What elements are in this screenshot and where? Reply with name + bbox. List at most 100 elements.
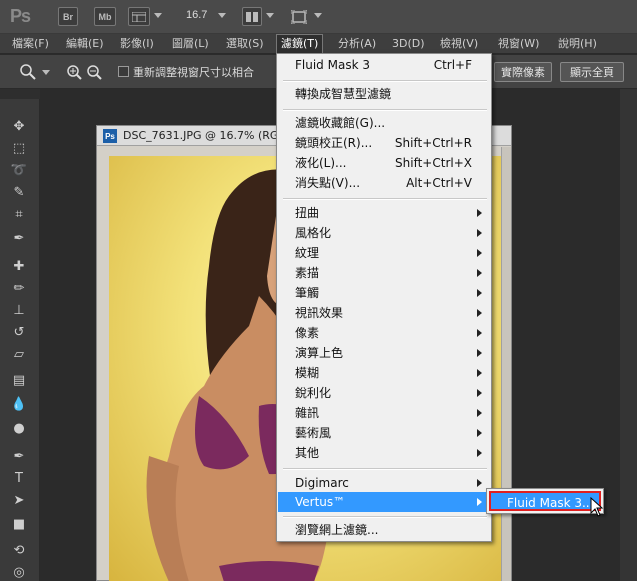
filter-group-brush-strokes[interactable]: 筆觸 [278,283,490,303]
filter-group-label: 風格化 [295,226,332,240]
submenu-arrow-icon [477,269,482,277]
liquify-item[interactable]: 液化(L)... Shift+Ctrl+X [278,153,490,173]
zoom-in-icon[interactable] [66,64,82,80]
pen-tool-icon[interactable]: ✒ [10,447,28,465]
history-brush-tool-icon[interactable]: ↺ [10,323,28,341]
lens-correction-label: 鏡頭校正(R)... [295,136,373,150]
submenu-arrow-icon [477,429,482,437]
app-bar: Ps Br Mb 16.7 [0,0,637,34]
healing-brush-tool-icon[interactable]: ✚ [10,257,28,275]
filter-group-label: 雜訊 [295,406,320,420]
resize-window-checkbox[interactable] [118,66,129,77]
mini-bridge-button[interactable]: Mb [94,7,116,26]
submenu-arrow-icon [477,329,482,337]
3d-rotate-tool-icon[interactable]: ⟲ [10,541,28,559]
lasso-tool-icon[interactable]: ➰ [10,161,28,179]
filter-group-video[interactable]: 視訊效果 [278,303,490,323]
menu-analysis[interactable]: 分析(A) [334,34,380,54]
filter-group-vertus[interactable]: Vertus™ [278,492,490,512]
path-select-tool-icon[interactable]: ➤ [10,491,28,509]
filter-gallery-item[interactable]: 濾鏡收藏館(G)... [278,113,490,133]
filter-menu-dropdown: Fluid Mask 3 Ctrl+F 轉換成智慧型濾鏡 濾鏡收藏館(G)...… [276,53,492,542]
filter-group-render[interactable]: 演算上色 [278,343,490,363]
submenu-arrow-icon [477,498,482,506]
arrange-icon [246,11,258,22]
document-scrollbar[interactable] [501,147,511,581]
submenu-arrow-icon [477,479,482,487]
chevron-down-icon[interactable] [42,70,50,75]
screen-mode-button[interactable] [288,7,310,26]
dodge-tool-icon[interactable]: ● [10,419,28,437]
last-filter-item[interactable]: Fluid Mask 3 Ctrl+F [278,55,490,75]
zoom-level[interactable]: 16.7 [186,9,207,21]
3d-orbit-tool-icon[interactable]: ◎ [10,563,28,581]
chevron-down-icon[interactable] [154,13,162,18]
filter-group-label: 銳利化 [295,386,332,400]
filter-group-stylize[interactable]: 風格化 [278,223,490,243]
shape-tool-icon[interactable]: ■ [10,515,28,533]
chevron-down-icon[interactable] [218,13,226,18]
filter-group-blur[interactable]: 模糊 [278,363,490,383]
filter-group-sharpen[interactable]: 銳利化 [278,383,490,403]
panel-grip[interactable] [0,89,40,99]
menu-filter[interactable]: 濾鏡(T) [276,34,324,54]
blur-tool-icon[interactable]: 💧 [10,395,28,413]
menu-separator [283,198,487,200]
browse-filters-online-item[interactable]: 瀏覽網上濾鏡... [278,520,490,540]
submenu-arrow-icon [477,309,482,317]
zoom-tool-icon[interactable] [20,64,36,80]
convert-smart-filter-item[interactable]: 轉換成智慧型濾鏡 [278,84,490,104]
actual-pixels-button[interactable]: 實際像素 [494,62,552,82]
view-extras-button[interactable] [128,7,150,26]
submenu-arrow-icon [477,369,482,377]
filter-group-label: 紋理 [295,246,320,260]
eyedropper-tool-icon[interactable]: ✒ [10,229,28,247]
fit-screen-button[interactable]: 顯示全頁 [560,62,624,82]
filter-group-sketch[interactable]: 素描 [278,263,490,283]
resize-window-label: 重新調整視窗尺寸以相合 [133,66,254,79]
menu-separator [283,80,487,82]
arrange-documents-button[interactable] [242,7,262,26]
filter-group-other[interactable]: 其他 [278,443,490,463]
menu-image[interactable]: 影像(I) [116,34,158,54]
bridge-button[interactable]: Br [58,7,78,26]
vanishing-point-label: 消失點(V)... [295,176,361,190]
menu-help[interactable]: 說明(H) [554,34,601,54]
type-tool-icon[interactable]: T [10,469,28,487]
vanishing-point-item[interactable]: 消失點(V)... Alt+Ctrl+V [278,173,490,193]
menu-view[interactable]: 檢視(V) [436,34,482,54]
fluid-mask-item[interactable]: Fluid Mask 3... [489,491,601,511]
screen-mode-icon [291,9,307,24]
menu-3d[interactable]: 3D(D) [388,34,429,54]
filter-group-digimarc[interactable]: Digimarc [278,473,490,493]
menu-window[interactable]: 視窗(W) [494,34,543,54]
filter-group-artistic[interactable]: 藝術風 [278,423,490,443]
mouse-cursor-icon [590,497,604,517]
filter-group-label: 視訊效果 [295,306,344,320]
liquify-label: 液化(L)... [295,156,347,170]
clone-stamp-tool-icon[interactable]: ⊥ [10,301,28,319]
chevron-down-icon[interactable] [266,13,274,18]
eraser-tool-icon[interactable]: ▱ [10,345,28,363]
photoshop-logo: Ps [10,6,31,26]
filter-group-distort[interactable]: 扭曲 [278,203,490,223]
move-tool-icon[interactable]: ✥ [10,117,28,135]
filter-group-noise[interactable]: 雜訊 [278,403,490,423]
lens-correction-item[interactable]: 鏡頭校正(R)... Shift+Ctrl+R [278,133,490,153]
filter-group-texture[interactable]: 紋理 [278,243,490,263]
filter-group-label: Vertus™ [295,495,346,509]
menu-separator [283,516,487,518]
zoom-out-icon[interactable] [86,64,102,80]
quick-select-tool-icon[interactable]: ✎ [10,183,28,201]
filter-group-pixelate[interactable]: 像素 [278,323,490,343]
menu-layer[interactable]: 圖層(L) [168,34,213,54]
submenu-arrow-icon [477,449,482,457]
marquee-tool-icon[interactable]: ⬚ [10,139,28,157]
gradient-tool-icon[interactable]: ▤ [10,371,28,389]
menu-select[interactable]: 選取(S) [222,34,268,54]
crop-tool-icon[interactable]: ⌗ [10,205,28,223]
brush-tool-icon[interactable]: ✏ [10,279,28,297]
chevron-down-icon[interactable] [314,13,322,18]
menu-file[interactable]: 檔案(F) [8,34,53,54]
menu-edit[interactable]: 編輯(E) [62,34,108,54]
